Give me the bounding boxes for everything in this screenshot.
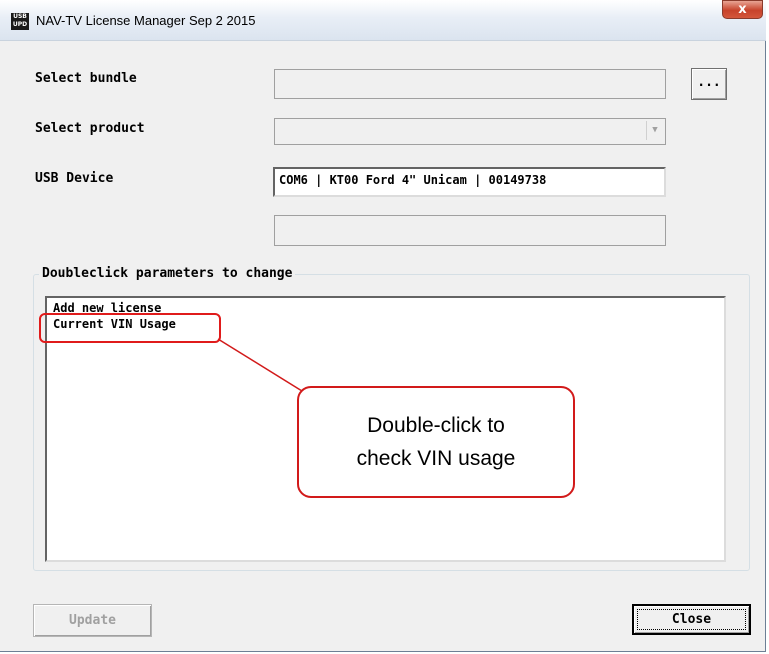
callout-line-1: Double-click to [367, 414, 505, 437]
callout-line-2: check VIN usage [356, 447, 516, 470]
annotation-callout: Double-click to check VIN usage [297, 386, 575, 498]
vin-usage-highlight [39, 313, 221, 343]
